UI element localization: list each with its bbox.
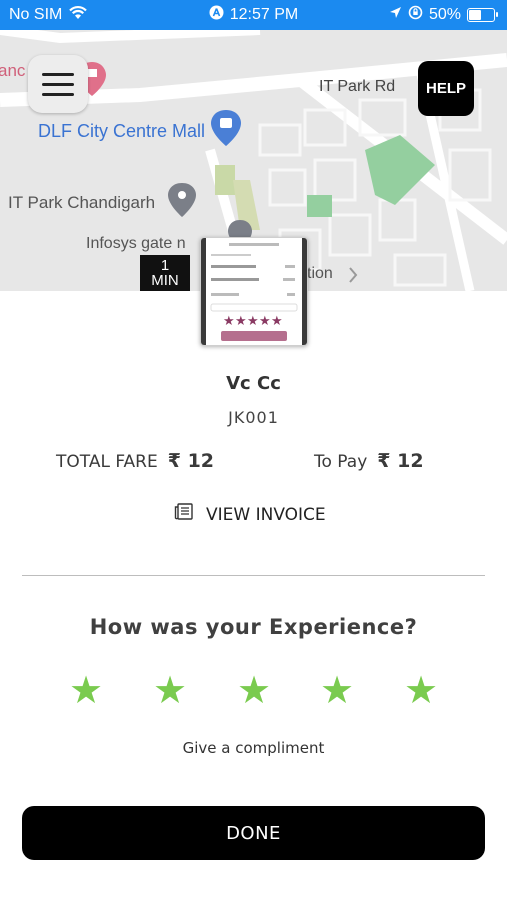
total-fare-value: ₹ 12 <box>167 450 215 472</box>
hamburger-icon <box>42 72 74 76</box>
battery-percent: 50% <box>428 6 461 23</box>
to-pay-label: To Pay <box>314 452 368 472</box>
to-pay: To Pay ₹ 12 <box>314 450 424 472</box>
vehicle-code: JK001 <box>228 408 279 427</box>
svg-text:★: ★ <box>235 314 247 329</box>
map-label-partial: anc <box>0 61 26 80</box>
eta-value: 1 <box>160 257 170 274</box>
eta-badge: 1 MIN <box>140 255 190 291</box>
svg-text:★: ★ <box>271 314 283 329</box>
location-arrow-icon <box>389 6 402 24</box>
menu-button[interactable] <box>28 55 88 113</box>
star-4-icon[interactable]: ★ <box>317 670 357 710</box>
to-pay-value: ₹ 12 <box>377 450 424 472</box>
done-button[interactable]: DONE <box>22 806 485 860</box>
driver-name: Vc Cc <box>226 373 281 394</box>
map-label-infosys: Infosys gate n <box>86 235 186 252</box>
give-compliment-link[interactable]: Give a compliment <box>0 739 507 757</box>
view-invoice-button[interactable]: VIEW INVOICE <box>174 503 326 526</box>
map-label-it-park-rd: IT Park Rd <box>319 78 396 95</box>
battery-icon <box>467 8 498 22</box>
receipt-thumbnail: ★ ★ ★ ★ ★ <box>200 237 308 346</box>
divider <box>22 575 485 576</box>
experience-question: How was your Experience? <box>89 615 418 639</box>
svg-text:★: ★ <box>223 314 235 329</box>
alarm-icon <box>209 5 224 25</box>
star-1-icon[interactable]: ★ <box>66 670 106 710</box>
clock-time: 12:57 PM <box>229 6 299 23</box>
star-5-icon[interactable]: ★ <box>401 670 441 710</box>
eta-unit: MIN <box>151 272 179 289</box>
total-fare-label: TOTAL FARE <box>56 452 158 472</box>
view-invoice-label: VIEW INVOICE <box>206 504 326 525</box>
star-3-icon[interactable]: ★ <box>234 670 274 710</box>
map-label-it-park-chandigarh: IT Park Chandigarh <box>8 193 156 212</box>
map-label-partial-tion: tion <box>307 265 333 282</box>
orientation-lock-icon <box>408 5 423 25</box>
svg-text:★: ★ <box>247 314 259 329</box>
receipt-illustration: ★ ★ ★ ★ ★ <box>210 243 298 341</box>
help-button[interactable]: HELP <box>418 61 474 116</box>
star-2-icon[interactable]: ★ <box>150 670 190 710</box>
invoice-icon <box>174 503 194 526</box>
svg-text:★: ★ <box>259 314 271 329</box>
map-label-dlf: DLF City Centre Mall <box>38 121 206 141</box>
total-fare: TOTAL FARE ₹ 12 <box>56 450 214 472</box>
status-bar: No SIM 12:57 PM 50% <box>0 0 507 30</box>
